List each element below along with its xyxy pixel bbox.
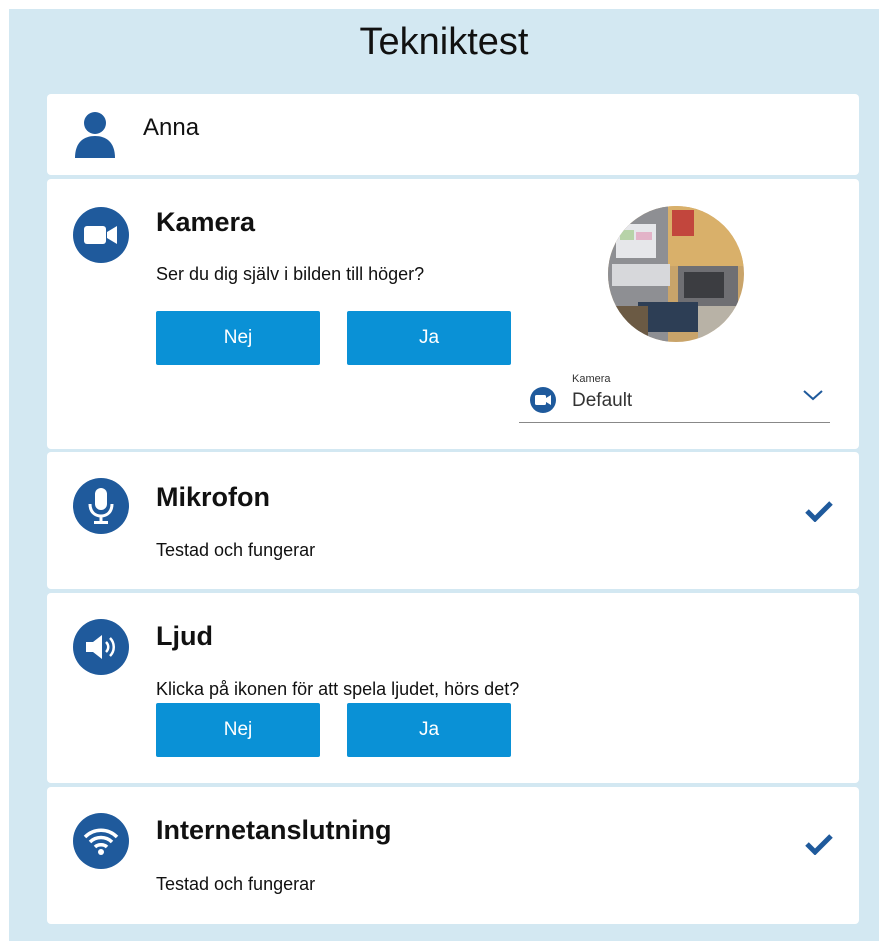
camera-select-label: Kamera <box>572 373 611 385</box>
camera-no-button[interactable]: Nej <box>156 311 320 365</box>
page-title: Tekniktest <box>359 21 529 63</box>
microphone-status: Testad och fungerar <box>156 540 316 560</box>
camera-yes-button[interactable]: Ja <box>347 311 511 365</box>
camera-question: Ser du dig själv i bilden till höger? <box>156 264 425 284</box>
user-icon <box>72 110 118 163</box>
speaker-icon[interactable] <box>73 619 129 675</box>
microphone-icon <box>73 478 129 534</box>
wifi-icon <box>73 813 129 869</box>
microphone-title: Mikrofon <box>156 482 270 512</box>
sound-yes-button[interactable]: Ja <box>347 703 511 757</box>
checkmark-icon <box>805 833 833 860</box>
sound-title: Ljud <box>156 621 213 651</box>
microphone-card: Mikrofon Testad och fungerar <box>47 452 859 589</box>
checkmark-icon <box>805 500 833 527</box>
internet-title: Internetanslutning <box>156 815 392 845</box>
user-name: Anna <box>143 114 200 141</box>
sound-card: Ljud Klicka på ikonen för att spela ljud… <box>47 593 859 783</box>
user-card: Anna <box>47 94 859 175</box>
video-camera-icon <box>73 207 129 263</box>
chevron-down-icon[interactable] <box>802 388 824 406</box>
camera-preview <box>608 206 744 342</box>
internet-card: Internetanslutning Testad och fungerar <box>47 787 859 924</box>
video-camera-icon <box>530 387 556 418</box>
camera-title: Kamera <box>156 207 256 237</box>
camera-select[interactable]: Kamera Default <box>519 370 830 423</box>
camera-card: Kamera Ser du dig själv i bilden till hö… <box>47 179 859 449</box>
camera-select-value: Default <box>572 390 633 411</box>
sound-question: Klicka på ikonen för att spela ljudet, h… <box>156 679 520 699</box>
internet-status: Testad och fungerar <box>156 874 316 894</box>
sound-no-button[interactable]: Nej <box>156 703 320 757</box>
page-frame: Tekniktest Anna Kamera Ser du dig själv … <box>9 9 879 941</box>
